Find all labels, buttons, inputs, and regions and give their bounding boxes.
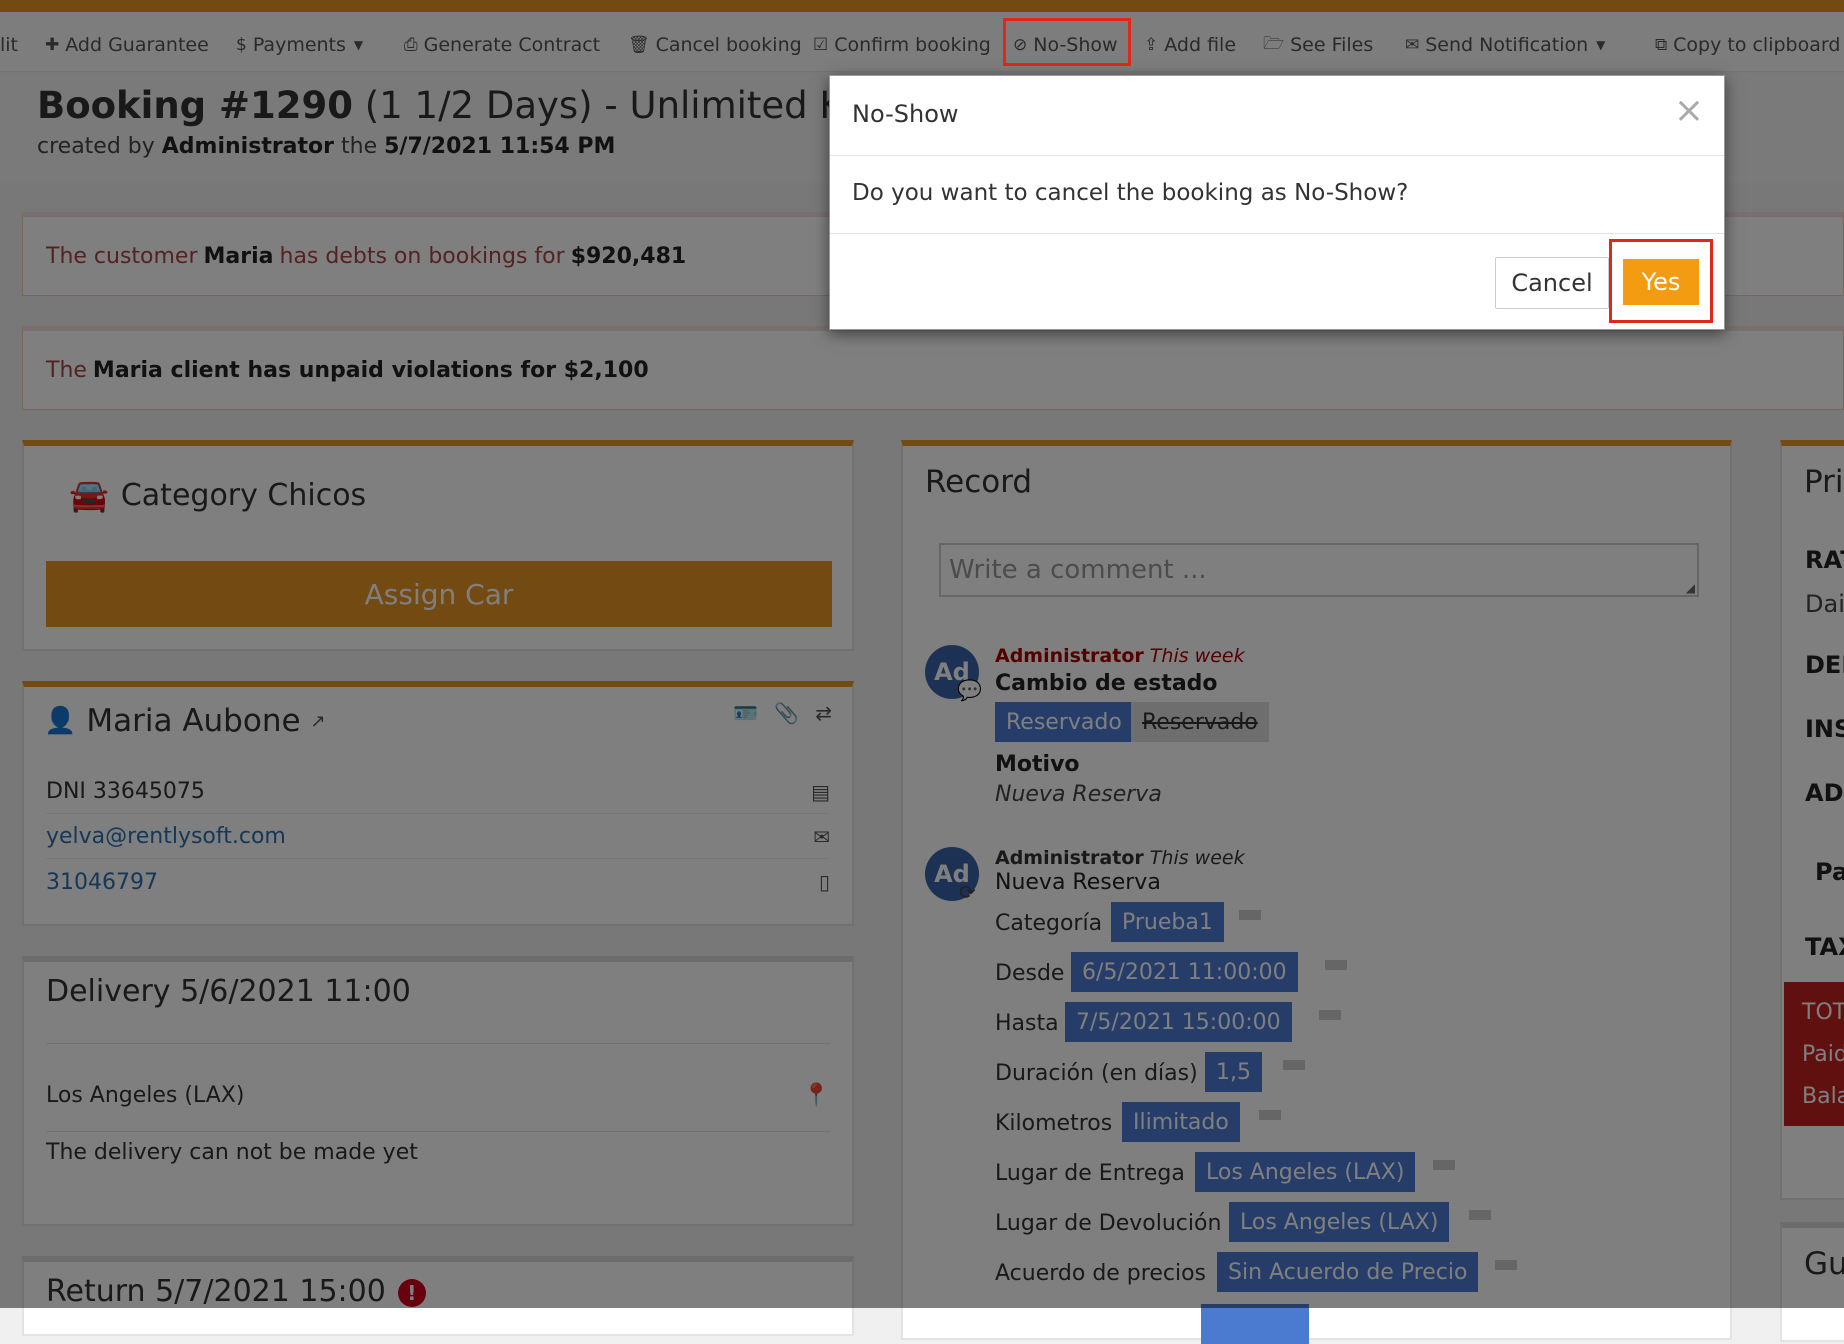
modal-body: Do you want to cancel the booking as No-… <box>830 156 1724 234</box>
no-show-highlight <box>1003 18 1131 66</box>
modal-header: No-Show × <box>830 76 1724 156</box>
field-value <box>1201 1304 1309 1344</box>
yes-highlight <box>1609 239 1713 323</box>
no-show-dialog: No-Show × Do you want to cancel the book… <box>829 75 1725 330</box>
modal-message: Do you want to cancel the booking as No-… <box>852 180 1409 206</box>
cancel-button[interactable]: Cancel <box>1495 257 1609 309</box>
modal-title: No-Show <box>852 100 959 128</box>
close-icon[interactable]: × <box>1674 90 1704 131</box>
